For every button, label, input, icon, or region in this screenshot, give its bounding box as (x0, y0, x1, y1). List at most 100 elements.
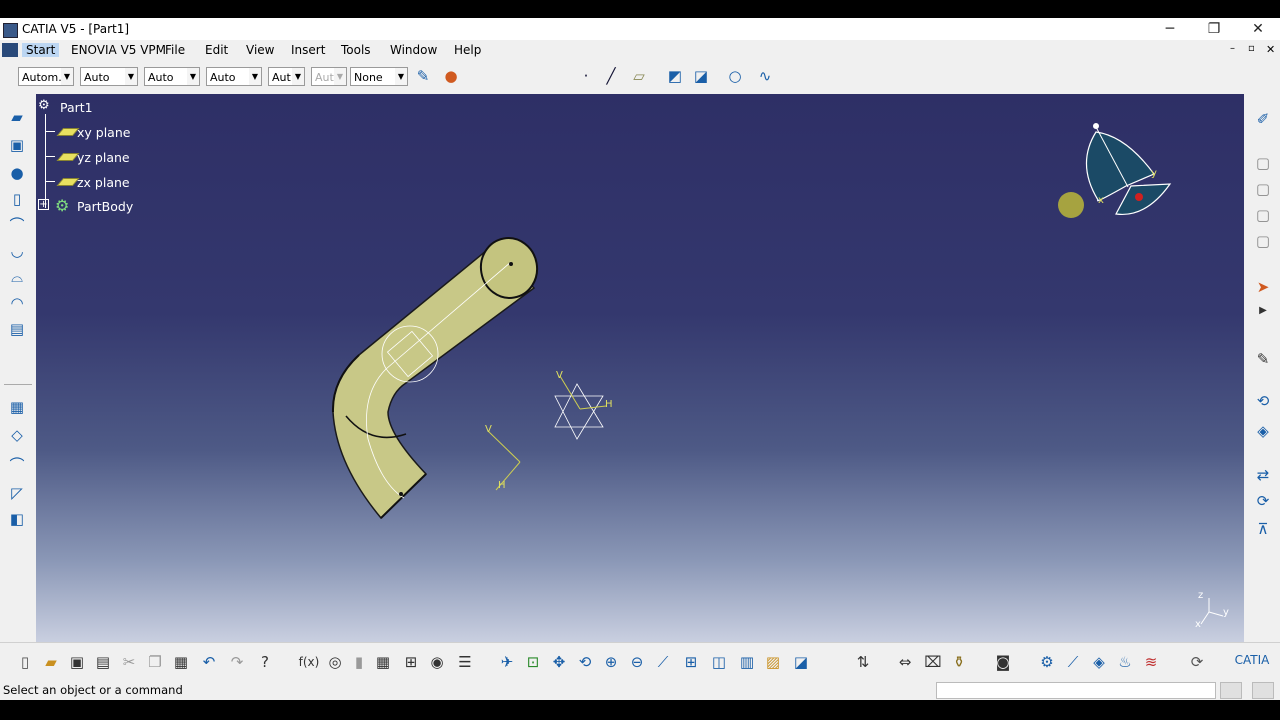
pocket-icon[interactable]: ▣ (6, 134, 28, 156)
slot-icon[interactable]: ◡ (6, 240, 28, 262)
menu-window[interactable]: Window (390, 43, 437, 57)
undo-icon[interactable]: ↶ (198, 651, 220, 673)
thickness-icon[interactable]: ▦ (6, 396, 28, 418)
boolean-icon[interactable]: ◈ (1252, 420, 1274, 442)
menu-help[interactable]: Help (454, 43, 481, 57)
fit-all-icon[interactable]: ⊡ (522, 651, 544, 673)
measure-between-icon[interactable]: ⇔ (894, 651, 916, 673)
curvature-icon[interactable]: ◈ (1088, 651, 1110, 673)
split-icon[interactable]: ◇ (6, 424, 28, 446)
restore-button[interactable]: ❐ (1192, 18, 1236, 40)
chamfer-icon[interactable]: ◸ (6, 482, 28, 504)
menu-enovia[interactable]: ENOVIA V5 VPM (71, 43, 166, 57)
hole-icon[interactable]: ▯ (6, 188, 28, 210)
thickness-combo[interactable]: Auto ▼ (144, 67, 200, 86)
draft-icon[interactable]: ◧ (6, 508, 28, 530)
zoom-out-icon[interactable]: ⊖ (626, 651, 648, 673)
hide-show-icon[interactable]: ▨ (762, 651, 784, 673)
3d-viewport[interactable]: ⚙ Part1 xy plane yz plane zx plane + ⚙ P… (36, 94, 1244, 642)
rotate-view-icon[interactable]: ⟲ (574, 651, 596, 673)
tree-icon[interactable]: ⊞ (400, 651, 422, 673)
translate-icon[interactable]: ⇄ (1252, 464, 1274, 486)
catalog-icon[interactable]: ▢ (1252, 178, 1274, 200)
catalog-browser-icon[interactable]: ◉ (426, 651, 448, 673)
iso-view-icon[interactable]: ◫ (708, 651, 730, 673)
menu-view[interactable]: View (246, 43, 274, 57)
loft-icon[interactable]: ◠ (6, 292, 28, 314)
shading-icon[interactable]: ▥ (736, 651, 758, 673)
intersection-icon[interactable]: ◪ (690, 65, 712, 87)
pad-icon[interactable]: ▰ (6, 106, 28, 128)
sketcher-icon[interactable]: ✐ (1252, 108, 1274, 130)
porcupine-icon[interactable]: ♨ (1114, 651, 1136, 673)
cut-icon[interactable]: ✂ (118, 651, 140, 673)
rotate-icon[interactable]: ⟳ (1252, 490, 1274, 512)
select-arrow-icon[interactable]: ➤ (1252, 276, 1274, 298)
multi-view-icon[interactable]: ⊞ (680, 651, 702, 673)
print-icon[interactable]: ▤ (92, 651, 114, 673)
copy-icon[interactable]: ❐ (144, 651, 166, 673)
doc-close-button[interactable]: ✕ (1266, 43, 1275, 56)
lock-icon[interactable]: ▮ (348, 651, 370, 673)
menu-insert[interactable]: Insert (291, 43, 325, 57)
connect-checker-icon[interactable]: ≋ (1140, 651, 1162, 673)
linetype-combo[interactable]: Auto ▼ (80, 67, 138, 86)
status-button-2[interactable] (1252, 682, 1274, 699)
new-icon[interactable]: ▯ (14, 651, 36, 673)
measure-item-icon[interactable]: ⌧ (922, 651, 944, 673)
painter-icon[interactable]: ✎ (412, 65, 434, 87)
open-icon[interactable]: ▰ (40, 651, 62, 673)
axis-system-icon[interactable]: ⟲ (1252, 390, 1274, 412)
menu-file[interactable]: File (165, 43, 185, 57)
point-icon[interactable]: · (575, 65, 597, 87)
save-icon[interactable]: ▣ (66, 651, 88, 673)
status-button-1[interactable] (1220, 682, 1242, 699)
normal-view-icon[interactable]: ⟋ (652, 651, 674, 673)
shaft-icon[interactable]: ● (6, 162, 28, 184)
camera-icon[interactable]: ◙ (992, 651, 1014, 673)
layer-combo[interactable]: Aut ▼ (268, 67, 305, 86)
close-button[interactable]: ✕ (1236, 18, 1280, 40)
spline-icon[interactable]: ∿ (754, 65, 776, 87)
stiffener-icon[interactable]: ⌓ (6, 266, 28, 288)
redo-icon[interactable]: ↷ (226, 651, 248, 673)
start-icon[interactable] (2, 43, 18, 57)
transparency-combo[interactable]: Aut ▼ (311, 67, 347, 86)
pan-icon[interactable]: ✥ (548, 651, 570, 673)
point-combo[interactable]: Auto ▼ (206, 67, 262, 86)
table-icon[interactable]: ▦ (372, 651, 394, 673)
whats-this-icon[interactable]: ? (254, 651, 276, 673)
circle-icon[interactable]: ○ (724, 65, 746, 87)
knowledge-icon[interactable]: ◎ (324, 651, 346, 673)
remove-loft-icon[interactable]: ▤ (6, 318, 28, 340)
sketch-icon[interactable]: ✎ (1252, 348, 1274, 370)
zoom-in-icon[interactable]: ⊕ (600, 651, 622, 673)
project-icon[interactable]: ◩ (664, 65, 686, 87)
formula-icon[interactable]: f(x) (298, 651, 320, 673)
line-icon[interactable]: ╱ (600, 65, 622, 87)
scene-icon[interactable]: ⇅ (852, 651, 874, 673)
swap-space-icon[interactable]: ◪ (790, 651, 812, 673)
rib-icon[interactable]: ⌒ (6, 214, 28, 236)
constraint-icon[interactable]: ▢ (1252, 230, 1274, 252)
apply-material-icon[interactable]: ● (440, 65, 462, 87)
expand-arrow-icon[interactable]: ▶ (1252, 300, 1274, 322)
fly-mode-icon[interactable]: ✈ (496, 651, 518, 673)
plane-icon[interactable]: ▱ (628, 65, 650, 87)
color-combo[interactable]: Autom. ▼ (18, 67, 74, 86)
scan-icon[interactable]: ☰ (454, 651, 476, 673)
minimize-button[interactable]: ─ (1148, 18, 1192, 40)
measure-inertia-icon[interactable]: ⚱ (948, 651, 970, 673)
refresh-icon[interactable]: ⟳ (1186, 651, 1208, 673)
doc-minimize-button[interactable]: – (1230, 43, 1235, 54)
update-icon[interactable]: ▢ (1252, 152, 1274, 174)
paste-icon[interactable]: ▦ (170, 651, 192, 673)
doc-restore-button[interactable]: ▫ (1248, 43, 1255, 54)
measure-icon[interactable]: ▢ (1252, 204, 1274, 226)
fillet-icon[interactable]: ⌒ (6, 454, 28, 476)
menu-start[interactable]: Start (22, 43, 60, 57)
symmetry-icon[interactable]: ⊼ (1252, 518, 1274, 540)
power-input-field[interactable] (936, 682, 1216, 699)
menu-tools[interactable]: Tools (341, 43, 371, 57)
rendering-combo[interactable]: None ▼ (350, 67, 408, 86)
